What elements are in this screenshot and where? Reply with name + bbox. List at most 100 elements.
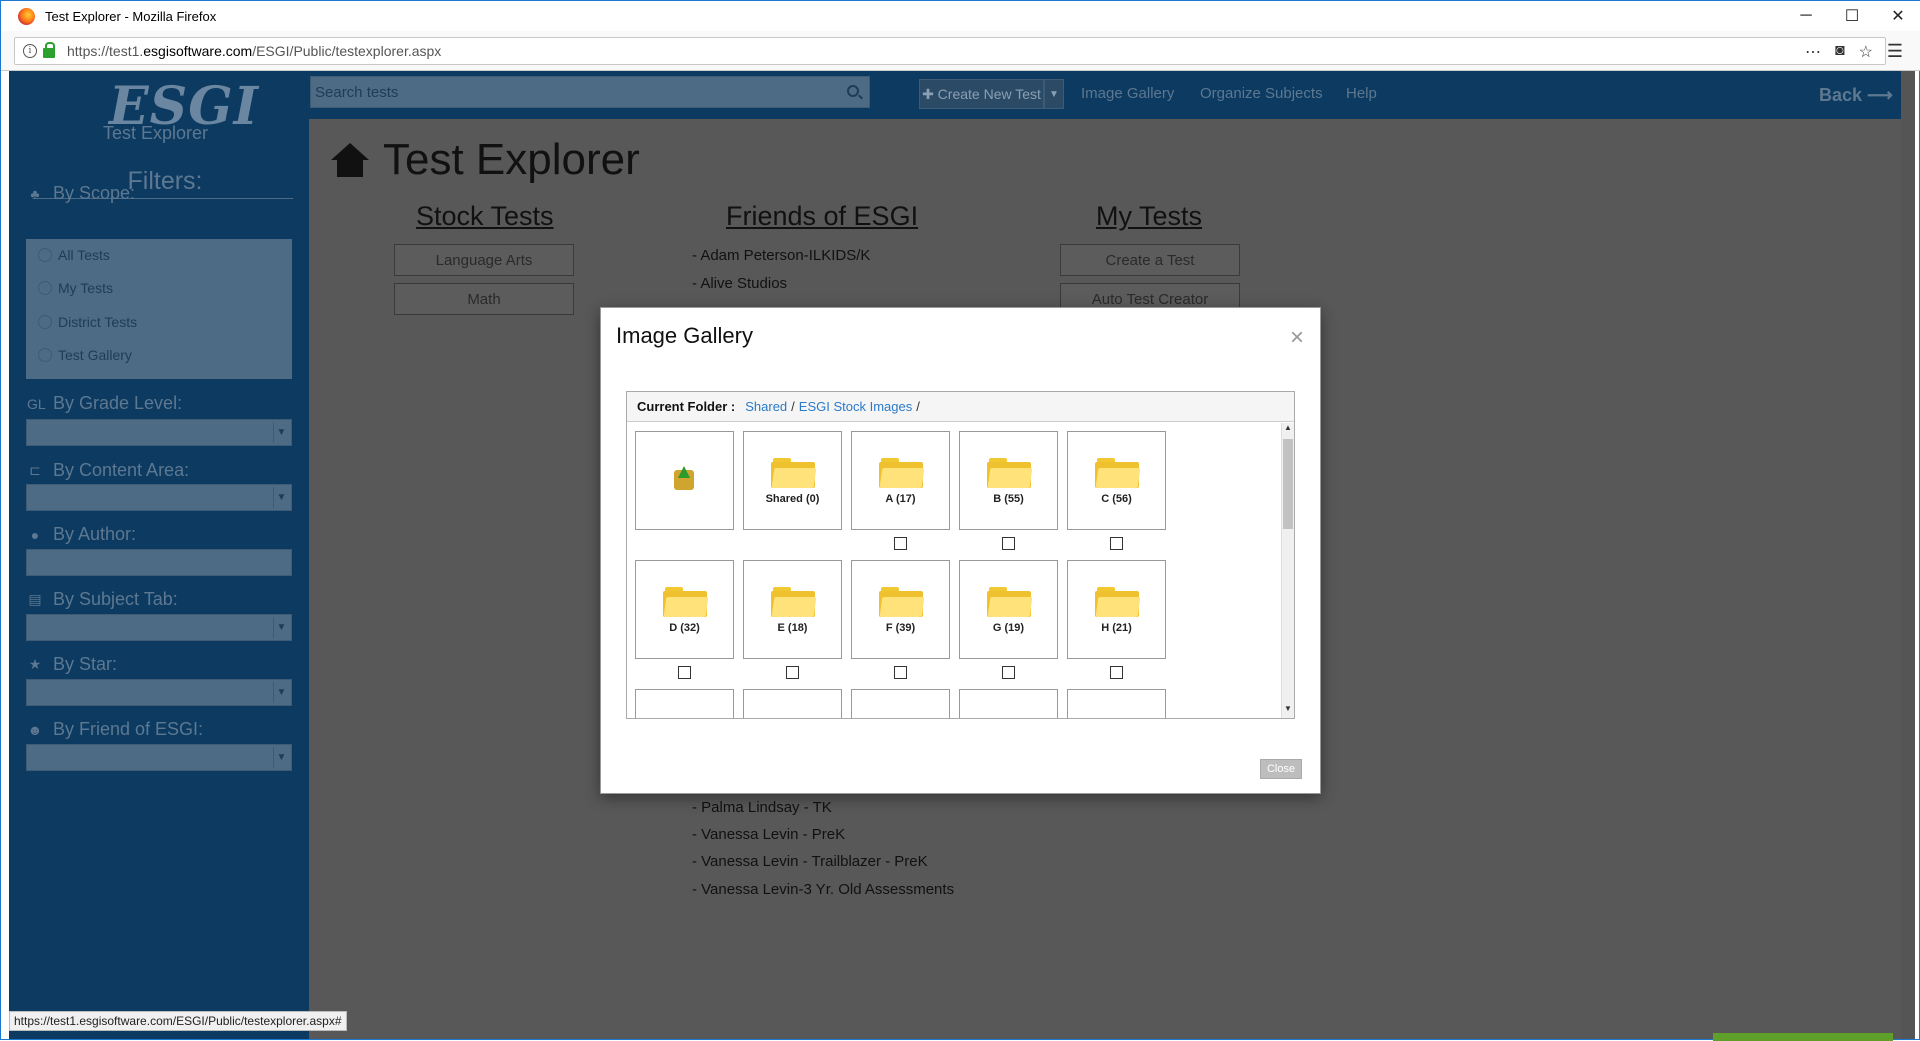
search-input[interactable]: Search tests <box>310 76 870 108</box>
crumb-separator: / <box>791 399 795 414</box>
folder-tile[interactable]: H (21) <box>1067 560 1166 659</box>
folder-tile[interactable]: C (56) <box>1067 431 1166 530</box>
back-link[interactable]: Back ⟶ <box>1819 85 1893 106</box>
folder-icon <box>987 458 1033 488</box>
content-area-select[interactable]: ▼ <box>26 484 292 511</box>
scroll-down-icon[interactable]: ▼ <box>1282 704 1294 718</box>
folder-tile[interactable]: F (39) <box>851 560 950 659</box>
scope-my-tests[interactable]: My Tests <box>38 280 113 296</box>
user-icon: ● <box>30 526 40 543</box>
page-title: Test Explorer <box>331 135 640 185</box>
folder-checkbox[interactable] <box>1002 537 1015 550</box>
nav-help[interactable]: Help <box>1346 85 1377 102</box>
friend-item[interactable]: - Palma Lindsay - TK <box>692 799 832 816</box>
folder-tile[interactable] <box>743 689 842 718</box>
current-folder-label: Current Folder : <box>637 399 736 414</box>
scope-test-gallery[interactable]: Test Gallery <box>38 347 132 363</box>
folder-tile[interactable] <box>635 689 734 718</box>
logo-subtitle: Test Explorer <box>103 123 209 143</box>
gallery-scrollbar[interactable]: ▲ ▼ <box>1281 423 1294 718</box>
folder-checkbox[interactable] <box>894 537 907 550</box>
folder-tile[interactable]: D (32) <box>635 560 734 659</box>
bookmark-star-icon[interactable]: ☆ <box>1859 42 1873 62</box>
folder-name: A (17) <box>885 493 916 505</box>
chevron-down-icon[interactable]: ▼ <box>273 422 289 443</box>
grade-select[interactable]: ▼ <box>26 419 292 446</box>
parent-folder-tile[interactable] <box>635 431 734 530</box>
crumb-esgi-stock-images[interactable]: ESGI Stock Images <box>799 399 912 414</box>
stock-tests-heading[interactable]: Stock Tests <box>416 201 554 232</box>
chevron-down-icon[interactable]: ▼ <box>273 487 289 508</box>
grade-label: GL By Grade Level: <box>27 393 183 413</box>
minimize-button[interactable]: ─ <box>1783 1 1829 31</box>
radio-district-tests[interactable] <box>38 315 52 329</box>
folder-tile[interactable] <box>959 689 1058 718</box>
folder-tile[interactable] <box>851 689 950 718</box>
title-bar: Test Explorer - Mozilla Firefox ─ ☐ ✕ <box>1 1 1920 31</box>
folder-checkbox[interactable] <box>1110 537 1123 550</box>
math-button[interactable]: Math <box>394 283 574 315</box>
info-icon[interactable]: i <box>23 44 37 58</box>
folder-icon <box>1095 587 1141 617</box>
scope-all-tests[interactable]: All Tests <box>38 247 110 263</box>
friend-item[interactable]: - Vanessa Levin-3 Yr. Old Assessments <box>692 881 954 898</box>
friends-heading[interactable]: Friends of ESGI <box>726 201 918 232</box>
subject-tab-select[interactable]: ▼ <box>26 614 292 641</box>
folder-tile[interactable]: E (18) <box>743 560 842 659</box>
friend-item[interactable]: - Vanessa Levin - Trailblazer - PreK <box>692 853 928 870</box>
my-tests-heading[interactable]: My Tests <box>1096 201 1202 232</box>
chevron-down-icon[interactable]: ▼ <box>273 682 289 703</box>
scroll-thumb[interactable] <box>1283 439 1293 529</box>
pocket-icon[interactable]: ◙ <box>1835 42 1845 62</box>
crumb-shared[interactable]: Shared <box>745 399 787 414</box>
friend-item[interactable]: - Adam Peterson-ILKIDS/K <box>692 247 870 264</box>
folder-tile[interactable]: Shared (0) <box>743 431 842 530</box>
page-actions-icon[interactable]: ⋯ <box>1805 42 1821 62</box>
language-arts-button[interactable]: Language Arts <box>394 244 574 276</box>
folder-up-icon[interactable] <box>674 466 694 490</box>
hamburger-menu-icon[interactable]: ☰ <box>1887 41 1903 62</box>
create-new-test-button[interactable]: ✚ Create New Test <box>919 79 1044 109</box>
folder-tile[interactable]: A (17) <box>851 431 950 530</box>
friend-item[interactable]: - Vanessa Levin - PreK <box>692 826 845 843</box>
page-scrollbar[interactable] <box>1901 71 1915 1039</box>
folder-name: C (56) <box>1101 493 1132 505</box>
folder-tile[interactable] <box>1067 689 1166 718</box>
browser-window: Test Explorer - Mozilla Firefox ─ ☐ ✕ i … <box>0 0 1920 1041</box>
create-dropdown-button[interactable]: ▼ <box>1044 79 1064 109</box>
folder-checkbox[interactable] <box>1110 666 1123 679</box>
grade-level-icon: GL <box>27 395 46 412</box>
sitemap-icon: ♣ <box>30 185 40 202</box>
url-field[interactable]: i https://test1.esgisoftware.com/ESGI/Pu… <box>14 37 1886 65</box>
close-window-button[interactable]: ✕ <box>1875 1 1920 31</box>
scope-district-tests[interactable]: District Tests <box>38 314 137 330</box>
folder-name: H (21) <box>1101 622 1132 634</box>
radio-test-gallery[interactable] <box>38 348 52 362</box>
friend-select[interactable]: ▼ <box>26 744 292 771</box>
maximize-button[interactable]: ☐ <box>1829 1 1875 31</box>
radio-my-tests[interactable] <box>38 281 52 295</box>
folder-tile[interactable]: G (19) <box>959 560 1058 659</box>
folder-checkbox[interactable] <box>894 666 907 679</box>
folder-name: B (55) <box>993 493 1024 505</box>
close-icon[interactable]: × <box>1290 324 1304 352</box>
create-a-test-button[interactable]: Create a Test <box>1060 244 1240 276</box>
search-icon[interactable] <box>847 85 859 97</box>
scroll-up-icon[interactable]: ▲ <box>1282 423 1294 437</box>
url-text[interactable]: https://test1.esgisoftware.com/ESGI/Publ… <box>67 43 441 59</box>
nav-image-gallery[interactable]: Image Gallery <box>1081 85 1174 102</box>
folder-checkbox[interactable] <box>678 666 691 679</box>
radio-all-tests[interactable] <box>38 248 52 262</box>
folder-checkbox[interactable] <box>786 666 799 679</box>
chevron-down-icon[interactable]: ▼ <box>273 617 289 638</box>
chevron-down-icon[interactable]: ▼ <box>273 747 289 768</box>
star-select[interactable]: ▼ <box>26 679 292 706</box>
lock-icon[interactable] <box>43 42 55 58</box>
folder-checkbox[interactable] <box>1002 666 1015 679</box>
window-title: Test Explorer - Mozilla Firefox <box>45 8 217 24</box>
close-button[interactable]: Close <box>1260 759 1302 779</box>
friend-item[interactable]: - Alive Studios <box>692 275 787 292</box>
folder-tile[interactable]: B (55) <box>959 431 1058 530</box>
author-input[interactable] <box>26 549 292 576</box>
nav-organize-subjects[interactable]: Organize Subjects <box>1200 85 1323 102</box>
